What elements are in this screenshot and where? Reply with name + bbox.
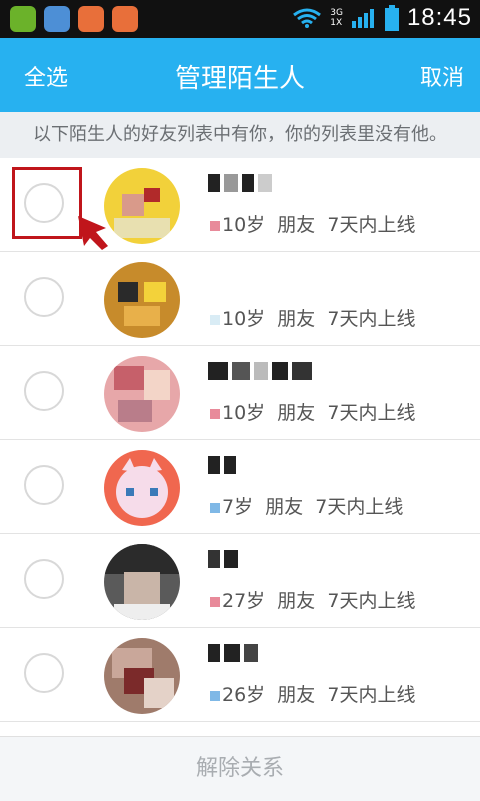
network-3g-label: 3G [330, 8, 343, 18]
signal-icon [351, 9, 374, 28]
gallery-icon [44, 6, 70, 32]
avatar[interactable] [104, 638, 180, 714]
list-item[interactable]: 7岁 朋友 7天内上线 [0, 440, 480, 534]
hint-text: 以下陌生人的好友列表中有你，你的列表里没有他。 [0, 112, 480, 158]
status-bar: 3G 1X 18:45 [0, 0, 480, 38]
relation-label: 朋友 [277, 308, 316, 330]
relation-label: 朋友 [277, 214, 316, 236]
select-checkbox[interactable] [24, 371, 64, 411]
profile-info: 10岁 朋友 7天内上线 [210, 210, 415, 237]
select-checkbox[interactable] [24, 465, 64, 505]
relation-label: 朋友 [277, 402, 316, 424]
avatar[interactable] [104, 356, 180, 432]
online-label: 7天内上线 [327, 214, 416, 236]
network-1x-label: 1X [330, 18, 343, 28]
online-label: 7天内上线 [327, 402, 416, 424]
avatar[interactable] [104, 544, 180, 620]
page-title: 管理陌生人 [174, 64, 305, 94]
battery-icon [384, 5, 399, 31]
nickname-blurred [208, 550, 238, 570]
relation-label: 朋友 [277, 684, 316, 706]
list-item[interactable]: 26岁 朋友 7天内上线 [0, 628, 480, 722]
select-checkbox[interactable] [24, 559, 64, 599]
cancel-button[interactable]: 取消 [420, 60, 464, 92]
nickname-blurred [208, 174, 272, 194]
gender-dot [210, 596, 220, 607]
gender-dot [210, 314, 220, 325]
nickname-blurred [208, 456, 236, 476]
profile-info: 26岁 朋友 7天内上线 [210, 680, 415, 707]
profile-info: 10岁 朋友 7天内上线 [210, 398, 415, 425]
gender-dot [210, 690, 220, 701]
gender-dot [210, 220, 220, 231]
remove-relationship-button[interactable]: 解除关系 [0, 737, 480, 801]
highlight-box [12, 167, 82, 239]
age-label: 10岁 [222, 214, 266, 236]
age-label: 26岁 [222, 684, 266, 706]
avatar[interactable] [104, 262, 180, 338]
online-label: 7天内上线 [327, 590, 416, 612]
age-label: 7岁 [222, 496, 254, 518]
nickname-blurred [208, 362, 312, 382]
list-item[interactable]: 27岁 朋友 7天内上线 [0, 534, 480, 628]
online-label: 7天内上线 [315, 496, 404, 518]
title-bar: 全选 管理陌生人 取消 [0, 38, 480, 112]
game-center-icon [78, 6, 104, 32]
relation-label: 朋友 [277, 590, 316, 612]
list-item[interactable]: 10岁 朋友 7天内上线 [0, 346, 480, 440]
nickname-blurred [208, 644, 258, 664]
profile-info: 7岁 朋友 7天内上线 [210, 492, 403, 519]
wifi-icon [293, 8, 322, 28]
game-center-icon-2 [112, 6, 138, 32]
clock: 18:45 [406, 4, 472, 31]
gender-dot [210, 408, 220, 419]
arrow-pointer-icon [78, 216, 108, 250]
relation-label: 朋友 [265, 496, 304, 518]
age-label: 10岁 [222, 402, 266, 424]
online-label: 7天内上线 [327, 308, 416, 330]
age-label: 10岁 [222, 308, 266, 330]
list-item[interactable]: 10岁 朋友 7天内上线 [0, 252, 480, 346]
bottom-action-bar: 解除关系 [0, 736, 480, 801]
profile-info: 10岁 朋友 7天内上线 [210, 304, 415, 331]
profile-info: 27岁 朋友 7天内上线 [210, 586, 415, 613]
select-checkbox[interactable] [24, 277, 64, 317]
age-label: 27岁 [222, 590, 266, 612]
status-notification-icons [10, 6, 138, 32]
gender-dot [210, 502, 220, 513]
online-label: 7天内上线 [327, 684, 416, 706]
network-type: 3G 1X [330, 8, 343, 28]
select-checkbox[interactable] [24, 653, 64, 693]
stranger-list: 10岁 朋友 7天内上线 10岁 朋友 7天内上线 10岁 朋友 7天内上线 7… [0, 158, 480, 722]
app-store-icon [10, 6, 36, 32]
avatar[interactable] [104, 450, 180, 526]
